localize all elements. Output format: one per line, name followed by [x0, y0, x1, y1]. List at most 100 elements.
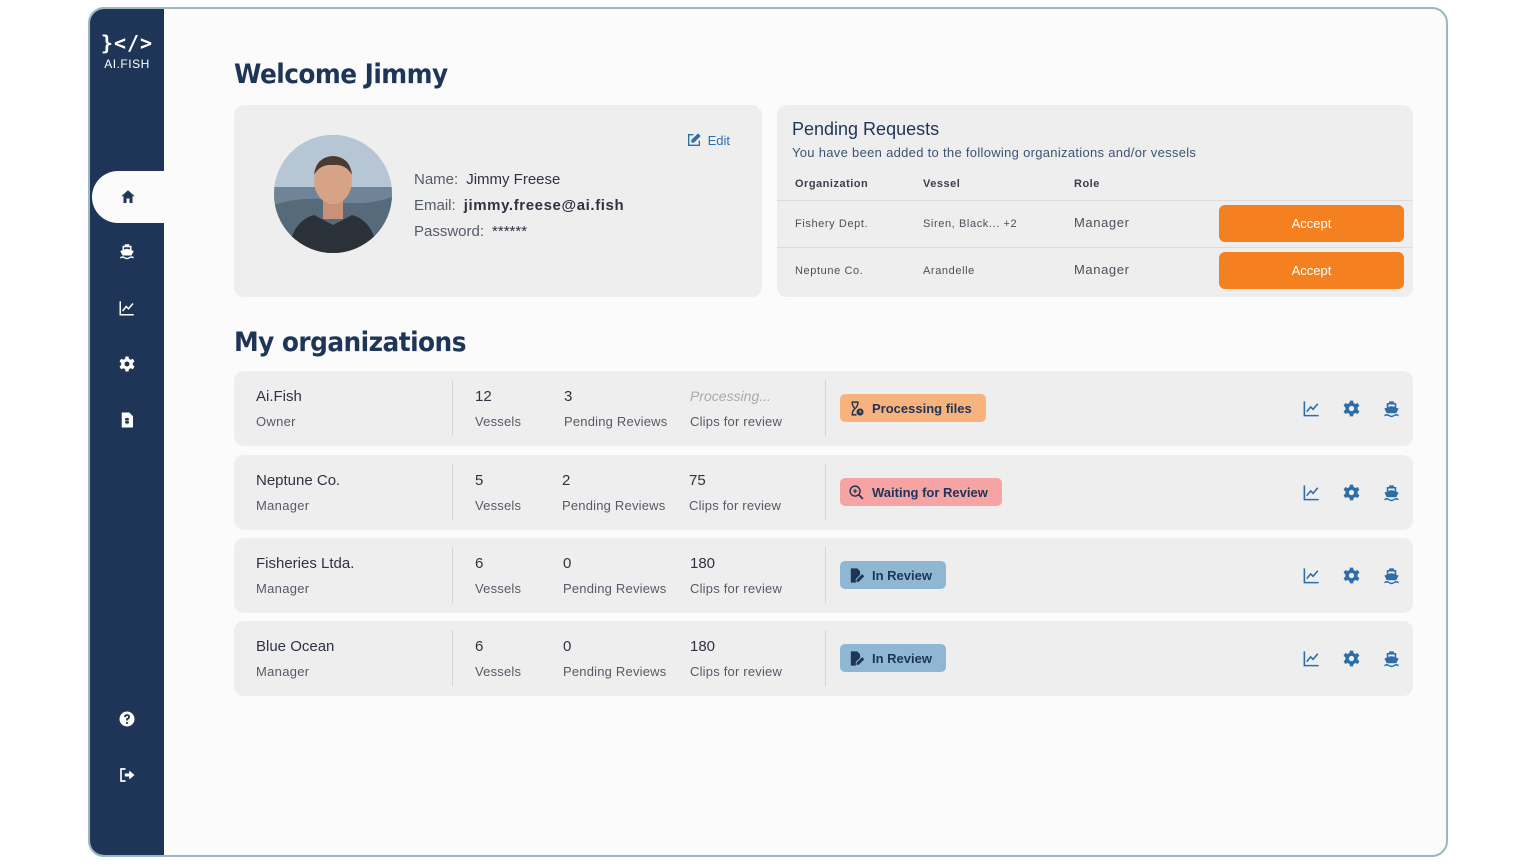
accept-button[interactable]: Accept [1219, 252, 1404, 289]
avatar [274, 135, 392, 253]
search-icon [849, 484, 864, 499]
logo: }</> AI.FISH [90, 31, 164, 71]
profile-info: Name: Jimmy Freese Email: jimmy.freese@ai.… [414, 167, 624, 245]
column-header-role: Role [1074, 178, 1100, 190]
analytics-button[interactable] [1301, 398, 1321, 418]
sidebar-item-analytics[interactable] [90, 288, 164, 328]
gear-icon [1343, 567, 1359, 583]
row-actions [1301, 482, 1401, 502]
sidebar-item-help[interactable] [90, 699, 164, 739]
divider [452, 380, 453, 436]
vessels-button[interactable] [1381, 565, 1401, 585]
ship-icon [1383, 400, 1399, 417]
chart-icon [1303, 650, 1319, 666]
org-role: Manager [256, 581, 310, 596]
vessels-button[interactable] [1381, 482, 1401, 502]
sidebar-item-vessels[interactable] [90, 231, 164, 271]
status-label: In Review [872, 650, 932, 666]
status-label: Waiting for Review [872, 484, 988, 500]
vessels-button[interactable] [1381, 398, 1401, 418]
gear-icon [1343, 650, 1359, 666]
edit-profile-button[interactable]: Edit [686, 132, 730, 148]
divider [452, 547, 453, 603]
password-value: ****** [492, 223, 528, 240]
role-cell: Manager [1074, 215, 1130, 230]
clips-label: Clips for review [690, 664, 783, 679]
document-icon [121, 412, 133, 428]
email-label: Email: [414, 197, 456, 214]
divider [452, 630, 453, 686]
status-badge: In Review [840, 644, 946, 672]
settings-button[interactable] [1341, 398, 1361, 418]
analytics-button[interactable] [1301, 482, 1321, 502]
pending-label: Pending Reviews [562, 498, 666, 513]
clips-label: Clips for review [690, 414, 783, 429]
sidebar-item-home[interactable] [92, 171, 164, 223]
logout-icon [120, 768, 135, 782]
logo-text: AI.FISH [104, 57, 150, 71]
status-label: In Review [872, 567, 932, 583]
status-badge: Waiting for Review [840, 478, 1002, 506]
clips-label: Clips for review [690, 581, 783, 596]
org-row[interactable]: Fisheries Ltda. Manager 6 Vessels 0 Pend… [234, 538, 1413, 613]
chart-icon [1303, 484, 1319, 500]
main-content: Welcome Jimmy Edit Name: Jimmy Freese Em… [164, 9, 1446, 855]
accept-button[interactable]: Accept [1219, 205, 1404, 242]
hourglass-icon [851, 400, 864, 416]
sidebar-item-settings[interactable] [90, 344, 164, 384]
chart-icon [1303, 567, 1319, 583]
clips-count: Processing... [690, 388, 771, 404]
row-actions [1301, 565, 1401, 585]
page-title: Welcome Jimmy [234, 59, 448, 90]
org-name: Neptune Co. [256, 472, 341, 489]
app-window: }</> AI.FISH Welcome Jimmy Edit Name: Ji… [88, 7, 1448, 857]
role-cell: Manager [1074, 262, 1130, 277]
section-title: My organizations [234, 327, 466, 358]
sidebar: }</> AI.FISH [90, 9, 164, 855]
name-value: Jimmy Freese [466, 171, 561, 188]
ship-icon [1383, 650, 1399, 667]
org-name: Fisheries Ltda. [256, 555, 355, 572]
status-badge: In Review [840, 561, 946, 589]
org-row[interactable]: Neptune Co. Manager 5 Vessels 2 Pending … [234, 455, 1413, 530]
org-row[interactable]: Blue Ocean Manager 6 Vessels 0 Pending R… [234, 621, 1413, 696]
clips-label: Clips for review [689, 498, 782, 513]
vessels-button[interactable] [1381, 648, 1401, 668]
analytics-button[interactable] [1301, 565, 1321, 585]
sidebar-item-logout[interactable] [90, 755, 164, 795]
org-role: Owner [256, 414, 296, 429]
settings-button[interactable] [1341, 482, 1361, 502]
clips-count: 180 [690, 638, 716, 655]
ship-icon [1383, 567, 1399, 584]
settings-button[interactable] [1341, 565, 1361, 585]
vessel-cell: Arandelle [923, 265, 975, 277]
home-icon [121, 190, 135, 203]
profile-card: Edit Name: Jimmy Freese Email: jimmy.frees… [234, 105, 762, 297]
vessels-count: 6 [475, 555, 484, 572]
org-row[interactable]: Ai.Fish Owner 12 Vessels 3 Pending Revie… [234, 371, 1413, 446]
org-name: Ai.Fish [256, 388, 302, 405]
chart-icon [119, 301, 134, 316]
pending-subtitle: You have been added to the following org… [792, 145, 1197, 160]
edit-icon [687, 133, 701, 146]
column-header-vessel: Vessel [923, 178, 961, 190]
org-name: Blue Ocean [256, 638, 335, 655]
divider [825, 380, 826, 436]
sidebar-item-documents[interactable] [90, 400, 164, 440]
organization-cell: Neptune Co. [795, 265, 864, 277]
ship-icon [1383, 484, 1399, 501]
pending-count: 0 [563, 555, 572, 572]
logo-mark: }</> [100, 31, 154, 55]
divider [452, 464, 453, 520]
row-actions [1301, 398, 1401, 418]
settings-button[interactable] [1341, 648, 1361, 668]
vessels-label: Vessels [475, 581, 522, 596]
status-label: Processing files [872, 400, 972, 416]
table-row: Neptune Co. Arandelle Manager Accept [777, 247, 1413, 294]
vessels-count: 12 [475, 388, 492, 405]
pending-count: 0 [563, 638, 572, 655]
chart-icon [1303, 400, 1319, 416]
gear-icon [1343, 400, 1359, 416]
pending-label: Pending Reviews [564, 414, 668, 429]
analytics-button[interactable] [1301, 648, 1321, 668]
